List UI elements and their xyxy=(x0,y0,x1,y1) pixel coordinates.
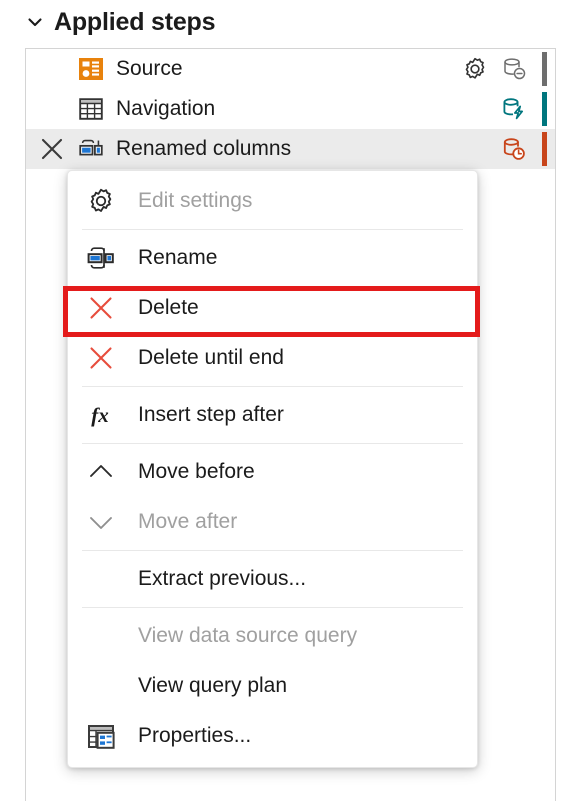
chevron-up-icon xyxy=(84,455,118,489)
menu-item-properties[interactable]: Properties... xyxy=(68,711,477,761)
menu-item-view-data-source-query[interactable]: View data source query xyxy=(68,611,477,661)
gear-icon[interactable] xyxy=(460,54,490,84)
menu-item-label: Delete until end xyxy=(138,346,284,369)
menu-item-delete-until-end[interactable]: Delete until end xyxy=(68,333,477,383)
applied-steps-header: Applied steps xyxy=(26,4,216,40)
gear-icon xyxy=(84,184,118,218)
step-row-actions xyxy=(500,129,555,169)
menu-item-view-query-plan[interactable]: View query plan xyxy=(68,661,477,711)
menu-item-label: Move before xyxy=(138,460,255,483)
menu-item-label: Delete xyxy=(138,296,199,319)
menu-item-label: Edit settings xyxy=(138,189,253,212)
menu-separator xyxy=(82,386,463,387)
menu-item-extract-previous[interactable]: Extract previous... xyxy=(68,554,477,604)
step-row-actions xyxy=(460,49,555,89)
step-label: Navigation xyxy=(116,97,216,120)
menu-separator xyxy=(82,607,463,608)
menu-item-label: View query plan xyxy=(138,674,288,697)
status-bar xyxy=(542,132,547,166)
close-x-icon[interactable] xyxy=(38,135,66,163)
menu-separator xyxy=(82,229,463,230)
database-clock-icon[interactable] xyxy=(500,135,528,163)
rename-columns-icon xyxy=(78,136,104,162)
status-bar xyxy=(542,92,547,126)
step-row-renamed-columns[interactable]: Renamed columns xyxy=(26,129,555,169)
menu-item-move-before[interactable]: Move before xyxy=(68,447,477,497)
menu-item-rename[interactable]: Rename xyxy=(68,233,477,283)
step-row-navigation[interactable]: Navigation xyxy=(26,89,555,129)
menu-item-label: Insert step after xyxy=(138,403,284,426)
delete-x-icon xyxy=(84,341,118,375)
status-bar xyxy=(542,52,547,86)
menu-item-label: Properties... xyxy=(138,724,252,747)
table-icon xyxy=(78,96,104,122)
menu-item-edit-settings[interactable]: Edit settings xyxy=(68,176,477,226)
menu-item-label: Move after xyxy=(138,510,238,533)
database-lightning-icon[interactable] xyxy=(500,95,528,123)
menu-item-label: Extract previous... xyxy=(138,567,307,590)
no-icon-placeholder xyxy=(84,619,118,653)
properties-icon xyxy=(84,719,118,753)
menu-item-label: Rename xyxy=(138,246,218,269)
menu-item-delete[interactable]: Delete xyxy=(68,283,477,333)
source-icon xyxy=(78,56,104,82)
menu-item-move-after[interactable]: Move after xyxy=(68,497,477,547)
step-label: Renamed columns xyxy=(116,137,292,160)
no-icon-placeholder xyxy=(84,562,118,596)
fx-icon: fx xyxy=(84,398,118,432)
rename-icon xyxy=(84,241,118,275)
menu-item-label: View data source query xyxy=(138,624,358,647)
menu-separator xyxy=(82,443,463,444)
chevron-down-icon xyxy=(84,505,118,539)
menu-separator xyxy=(82,550,463,551)
step-row-actions xyxy=(500,89,555,129)
menu-item-insert-step-after[interactable]: fx Insert step after xyxy=(68,390,477,440)
step-context-menu: Edit settings Rename Delete Delete until… xyxy=(67,170,478,768)
step-label: Source xyxy=(116,57,183,80)
no-icon-placeholder xyxy=(84,669,118,703)
svg-text:fx: fx xyxy=(91,403,109,427)
delete-x-icon xyxy=(84,291,118,325)
database-minus-icon[interactable] xyxy=(500,55,528,83)
step-row-source[interactable]: Source xyxy=(26,49,555,89)
chevron-down-icon[interactable] xyxy=(26,13,44,31)
page-title: Applied steps xyxy=(54,7,216,36)
applied-steps-pane: Applied steps Source Navigation Renamed … xyxy=(0,0,581,801)
